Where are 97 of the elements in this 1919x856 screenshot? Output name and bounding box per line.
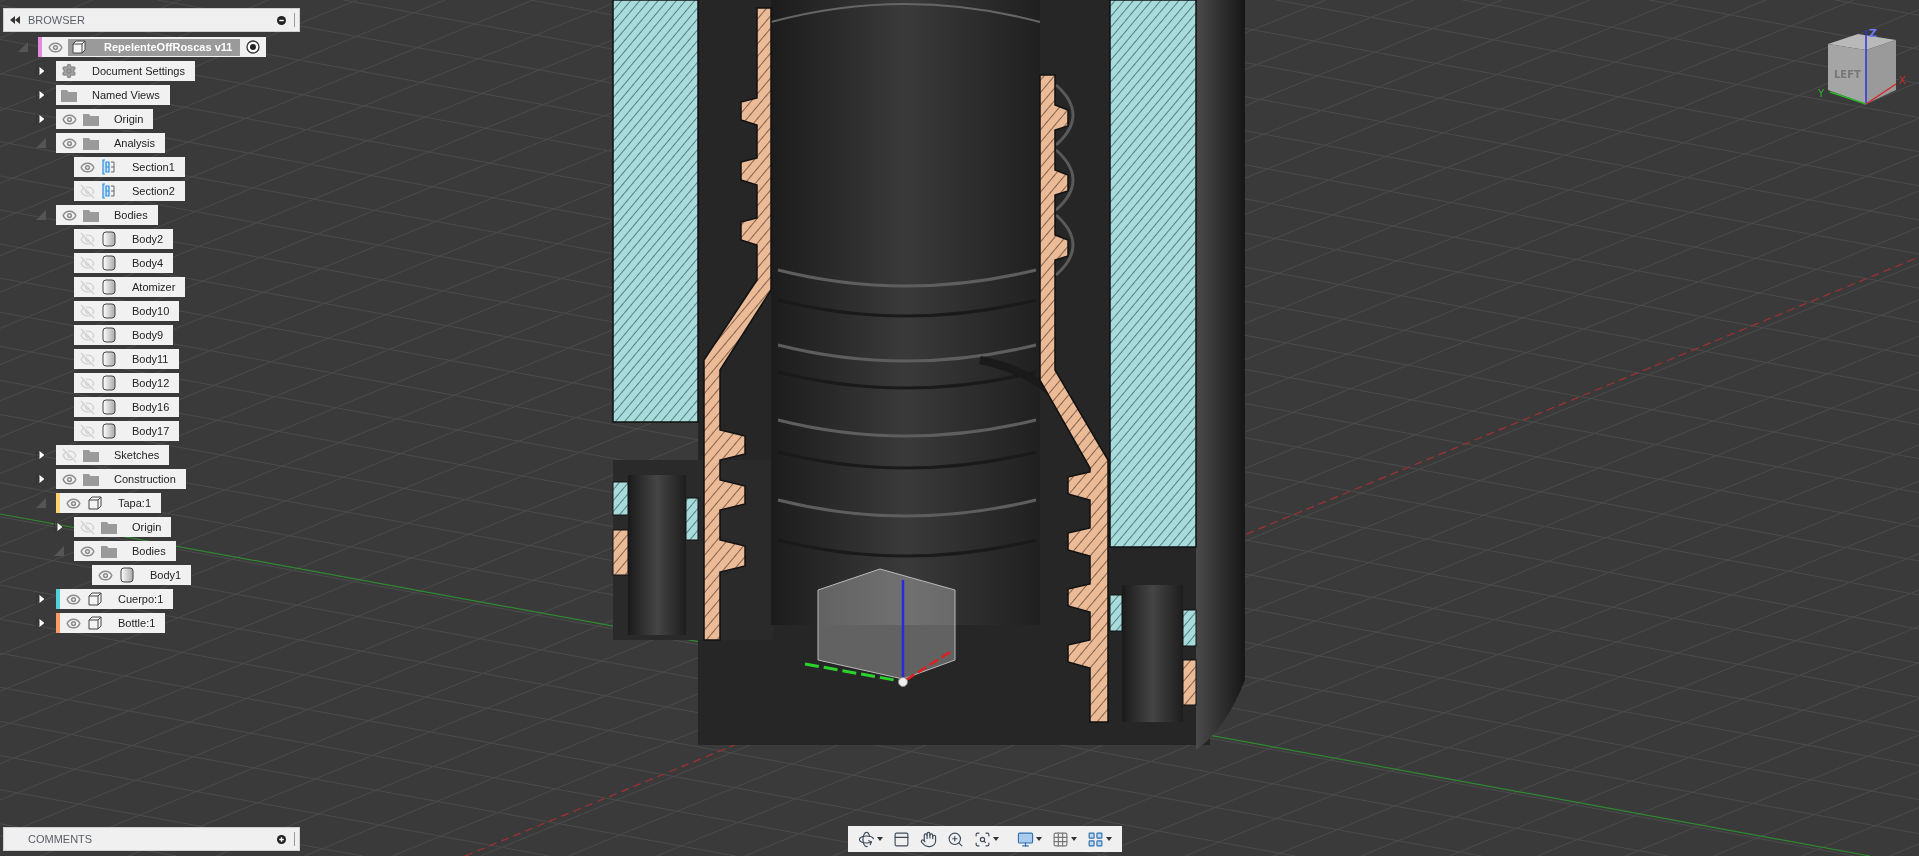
section-plane-icon <box>102 159 116 175</box>
magnifier-icon <box>974 830 991 848</box>
monitor-icon <box>1017 830 1034 848</box>
tree-item[interactable]: Body1 <box>92 565 192 585</box>
caret-icon[interactable] <box>1036 837 1042 841</box>
tree-item[interactable]: Bottle:1 <box>56 613 166 633</box>
expanded-arrow-icon[interactable] <box>54 546 64 556</box>
cylinder-icon <box>120 567 134 583</box>
tree-item[interactable]: Atomizer <box>74 277 186 297</box>
add-circle-icon[interactable] <box>277 834 286 844</box>
eye-icon[interactable] <box>79 543 95 559</box>
tree-item[interactable]: Body16 <box>74 397 180 417</box>
cube-icon <box>87 615 103 631</box>
eye-icon[interactable] <box>61 111 77 127</box>
caret-icon[interactable] <box>877 837 883 841</box>
tree-item[interactable]: Document Settings <box>56 61 195 81</box>
grid-icon <box>1052 830 1069 848</box>
collapsed-arrow-icon[interactable] <box>36 473 46 485</box>
folder-icon <box>101 520 117 534</box>
cylinder-icon <box>102 231 116 247</box>
collapsed-arrow-icon[interactable] <box>54 521 64 533</box>
caret-icon[interactable] <box>1106 837 1112 841</box>
tree-item[interactable]: Body12 <box>74 373 180 393</box>
expanded-arrow-icon[interactable] <box>36 138 46 148</box>
cylinder-icon <box>102 351 116 367</box>
tree-item[interactable]: Origin <box>56 109 154 129</box>
x-axis-line <box>1865 83 1897 105</box>
caret-icon[interactable] <box>993 837 999 841</box>
section-plane-icon <box>102 183 116 199</box>
tree-item[interactable]: Body11 <box>74 349 179 369</box>
layout-icon <box>1087 830 1104 848</box>
collapsed-arrow-icon[interactable] <box>36 113 46 125</box>
eye-icon[interactable] <box>61 471 77 487</box>
tree-item[interactable]: Body2 <box>74 229 174 249</box>
rotate-icon <box>858 830 875 848</box>
tree-item[interactable]: Section1 <box>74 157 185 177</box>
component-name: RepelenteOffRoscas v11 <box>90 38 241 56</box>
eye-icon[interactable] <box>79 159 95 175</box>
tree-item[interactable]: Sketches <box>56 445 170 465</box>
expanded-arrow-icon[interactable] <box>18 42 28 52</box>
tree-item[interactable]: Section2 <box>74 181 185 201</box>
collapsed-arrow-icon[interactable] <box>36 449 46 461</box>
eye-icon[interactable] <box>61 135 77 151</box>
eye-icon[interactable] <box>65 591 81 607</box>
radio-icon[interactable] <box>246 40 261 54</box>
eye-icon[interactable] <box>97 567 113 583</box>
tree-item[interactable]: Tapa:1 <box>56 493 162 513</box>
tree-item[interactable]: Body17 <box>74 421 180 441</box>
folder-icon <box>83 472 99 486</box>
folder-icon <box>101 544 117 558</box>
hand-icon <box>920 830 937 848</box>
eye-icon[interactable] <box>61 207 77 223</box>
eye-icon[interactable] <box>65 495 81 511</box>
folder-icon <box>61 88 77 102</box>
cylinder-icon <box>102 375 116 391</box>
collapsed-arrow-icon[interactable] <box>36 617 46 629</box>
tree-item[interactable]: Cuerpo:1 <box>56 589 174 609</box>
cylinder-icon <box>102 423 116 439</box>
caret-icon[interactable] <box>1071 837 1077 841</box>
tree-item[interactable]: Origin <box>74 517 172 537</box>
cylinder-icon <box>102 399 116 415</box>
tree-item[interactable]: Body10 <box>74 301 180 321</box>
folder-icon <box>83 208 99 222</box>
collapse-icon[interactable] <box>10 16 20 24</box>
axis-label: X <box>1899 75 1906 86</box>
expanded-arrow-icon[interactable] <box>36 210 46 220</box>
gear-icon <box>61 63 77 79</box>
folder-icon <box>83 136 99 150</box>
axis-label: Y <box>1818 88 1825 99</box>
collapsed-arrow-icon[interactable] <box>36 89 46 101</box>
cylinder-icon <box>102 303 116 319</box>
cylinder-icon <box>102 255 116 271</box>
panel-icon <box>893 830 910 848</box>
collapsed-arrow-icon[interactable] <box>36 593 46 605</box>
cylinder-icon <box>102 327 116 343</box>
tree-item[interactable]: Analysis <box>56 133 165 153</box>
eye-icon[interactable] <box>65 615 81 631</box>
tree-item[interactable]: Bodies <box>56 205 158 225</box>
cube-icon <box>87 495 103 511</box>
folder-icon <box>83 448 99 462</box>
expanded-arrow-icon[interactable] <box>36 498 46 508</box>
collapsed-arrow-icon[interactable] <box>36 65 46 77</box>
folder-icon <box>83 112 99 126</box>
eye-icon[interactable] <box>47 39 63 55</box>
cube-icon <box>87 591 103 607</box>
tree-item[interactable]: Body4 <box>74 253 174 273</box>
origin-gizmo-drawing[interactable] <box>804 568 956 687</box>
tree-item[interactable]: Construction <box>56 469 186 489</box>
panel-title: COMMENTS <box>27 833 94 845</box>
minus-circle-icon[interactable] <box>277 15 286 25</box>
cylinder-icon <box>102 279 116 295</box>
zoom-in-icon <box>947 830 964 848</box>
tree-item[interactable]: Bodies <box>74 541 176 561</box>
y-axis-line <box>1829 91 1867 105</box>
tree-item[interactable]: Named Views <box>56 85 170 105</box>
panel-title: BROWSER <box>28 14 86 26</box>
tree-item[interactable]: Body9 <box>74 325 174 345</box>
